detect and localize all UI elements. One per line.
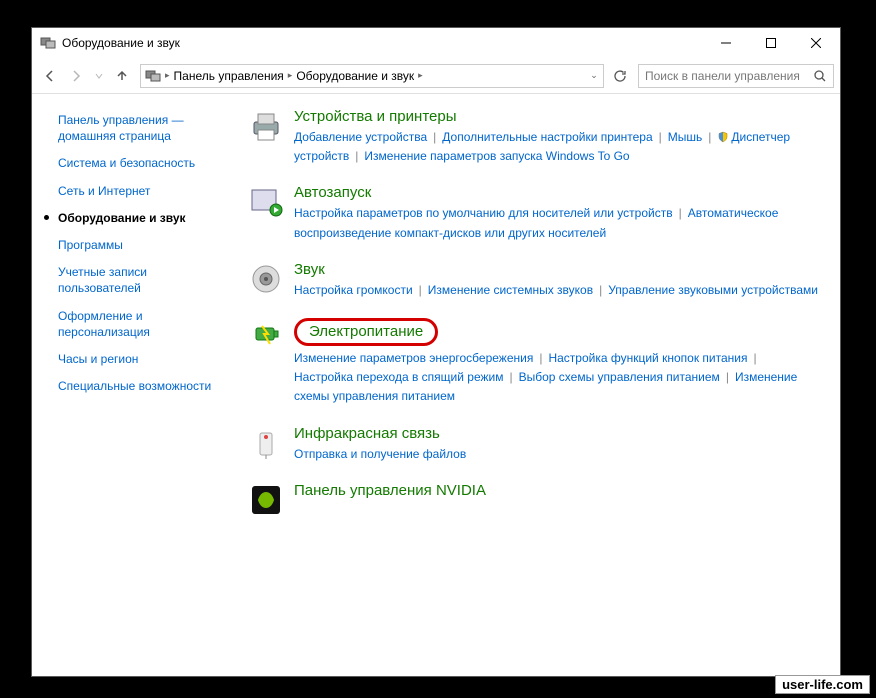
category-body: Автозапуск Настройка параметров по умолча…: [294, 184, 820, 242]
category-sublink[interactable]: Изменение параметров энергосбережения: [294, 351, 533, 365]
category: Инфракрасная связь Отправка и получение ф…: [248, 425, 820, 464]
crumb-sep-icon: ▸: [286, 70, 295, 81]
category-title[interactable]: Инфракрасная связь: [294, 425, 440, 442]
forward-button[interactable]: [64, 64, 88, 88]
toolbar: ▸ Панель управления ▸ Оборудование и зву…: [32, 58, 840, 94]
link-separator: |: [433, 130, 436, 144]
crumb-sep-icon: ▸: [416, 70, 425, 81]
category-title[interactable]: Электропитание: [294, 318, 438, 346]
category: Устройства и принтеры Добавление устройст…: [248, 108, 820, 166]
category-sublink[interactable]: Выбор схемы управления питанием: [519, 370, 720, 384]
category-sublink[interactable]: Настройка перехода в спящий режим: [294, 370, 503, 384]
search-input[interactable]: [645, 69, 813, 83]
sidebar-item[interactable]: Учетные записи пользователей: [58, 264, 232, 296]
crumb-sep-icon: ▸: [163, 70, 172, 81]
link-separator: |: [659, 130, 662, 144]
category-body: Панель управления NVIDIA: [294, 482, 820, 518]
category-body: Электропитание Изменение параметров энерг…: [294, 318, 820, 407]
sidebar-item[interactable]: Панель управления — домашняя страница: [58, 112, 232, 144]
category-links: Изменение параметров энергосбережения | На…: [294, 349, 820, 407]
up-button[interactable]: [110, 64, 134, 88]
window-buttons: [703, 29, 838, 58]
infrared-icon: [248, 425, 284, 461]
link-separator: |: [355, 149, 358, 163]
link-separator: |: [708, 130, 711, 144]
category-sublink[interactable]: Настройка громкости: [294, 283, 413, 297]
category-sublink[interactable]: Настройка параметров по умолчанию для но…: [294, 206, 673, 220]
sidebar-item[interactable]: Программы: [58, 237, 232, 253]
category-links: Добавление устройства | Дополнительные нас…: [294, 128, 820, 166]
watermark: user-life.com: [775, 675, 870, 694]
maximize-button[interactable]: [748, 29, 793, 58]
address-icon: [145, 68, 161, 84]
category-sublink[interactable]: Мышь: [668, 130, 703, 144]
nvidia-icon: [248, 482, 284, 518]
link-separator: |: [679, 206, 682, 220]
category-sublink[interactable]: Добавление устройства: [294, 130, 427, 144]
category: Автозапуск Настройка параметров по умолча…: [248, 184, 820, 242]
category-body: Инфракрасная связь Отправка и получение ф…: [294, 425, 820, 464]
sidebar-item[interactable]: Сеть и Интернет: [58, 183, 232, 199]
category-title[interactable]: Звук: [294, 261, 325, 278]
category-sublink[interactable]: Управление звуковыми устройствами: [608, 283, 818, 297]
content: Устройства и принтеры Добавление устройст…: [242, 94, 840, 676]
category-body: Звук Настройка громкости | Изменение систем…: [294, 261, 820, 300]
link-separator: |: [539, 351, 542, 365]
link-separator: |: [599, 283, 602, 297]
search-icon: [813, 69, 827, 83]
sidebar-item[interactable]: Система и безопасность: [58, 155, 232, 171]
category-title[interactable]: Панель управления NVIDIA: [294, 482, 486, 499]
category-sublink[interactable]: Настройка функций кнопок питания: [548, 351, 747, 365]
sidebar-item[interactable]: Оборудование и звук: [58, 210, 232, 226]
sound-icon: [248, 261, 284, 297]
category: Панель управления NVIDIA: [248, 482, 820, 518]
address-dropdown-icon[interactable]: ⌄: [585, 70, 603, 81]
sidebar-item[interactable]: Часы и регион: [58, 351, 232, 367]
category-links: Настройка громкости | Изменение системных …: [294, 281, 820, 300]
category-sublink[interactable]: Изменение системных звуков: [428, 283, 593, 297]
autoplay-icon: [248, 184, 284, 220]
power-icon: [248, 318, 284, 354]
category-title[interactable]: Автозапуск: [294, 184, 371, 201]
breadcrumb-root[interactable]: Панель управления: [172, 69, 286, 83]
link-separator: |: [753, 351, 756, 365]
sidebar-item[interactable]: Оформление и персонализация: [58, 308, 232, 340]
window: Оборудование и звук ▸ Панель управления …: [31, 27, 841, 677]
history-dropdown[interactable]: [90, 64, 108, 88]
category-sublink[interactable]: Дополнительные настройки принтера: [442, 130, 652, 144]
minimize-button[interactable]: [703, 29, 748, 58]
close-button[interactable]: [793, 29, 838, 58]
category-links: Настройка параметров по умолчанию для но…: [294, 204, 820, 242]
back-button[interactable]: [38, 64, 62, 88]
printer-icon: [248, 108, 284, 144]
category: Звук Настройка громкости | Изменение систем…: [248, 261, 820, 300]
category-sublink[interactable]: Изменение параметров запуска Windows To …: [364, 149, 629, 163]
app-icon: [40, 35, 56, 51]
category-title[interactable]: Устройства и принтеры: [294, 108, 456, 125]
titlebar: Оборудование и звук: [32, 28, 840, 58]
sidebar-item[interactable]: Специальные возможности: [58, 378, 232, 394]
body: Панель управления — домашняя страница Сис…: [32, 94, 840, 676]
search-box[interactable]: [638, 64, 834, 88]
address-bar[interactable]: ▸ Панель управления ▸ Оборудование и зву…: [140, 64, 604, 88]
category: Электропитание Изменение параметров энерг…: [248, 318, 820, 407]
link-separator: |: [509, 370, 512, 384]
window-title: Оборудование и звук: [62, 36, 703, 50]
link-separator: |: [726, 370, 729, 384]
breadcrumb-current[interactable]: Оборудование и звук: [294, 69, 416, 83]
category-body: Устройства и принтеры Добавление устройст…: [294, 108, 820, 166]
sidebar: Панель управления — домашняя страница Сис…: [32, 94, 242, 676]
refresh-button[interactable]: [608, 64, 632, 88]
category-links: Отправка и получение файлов: [294, 445, 820, 464]
category-sublink[interactable]: Отправка и получение файлов: [294, 447, 466, 461]
shield-icon: [717, 131, 729, 143]
link-separator: |: [419, 283, 422, 297]
